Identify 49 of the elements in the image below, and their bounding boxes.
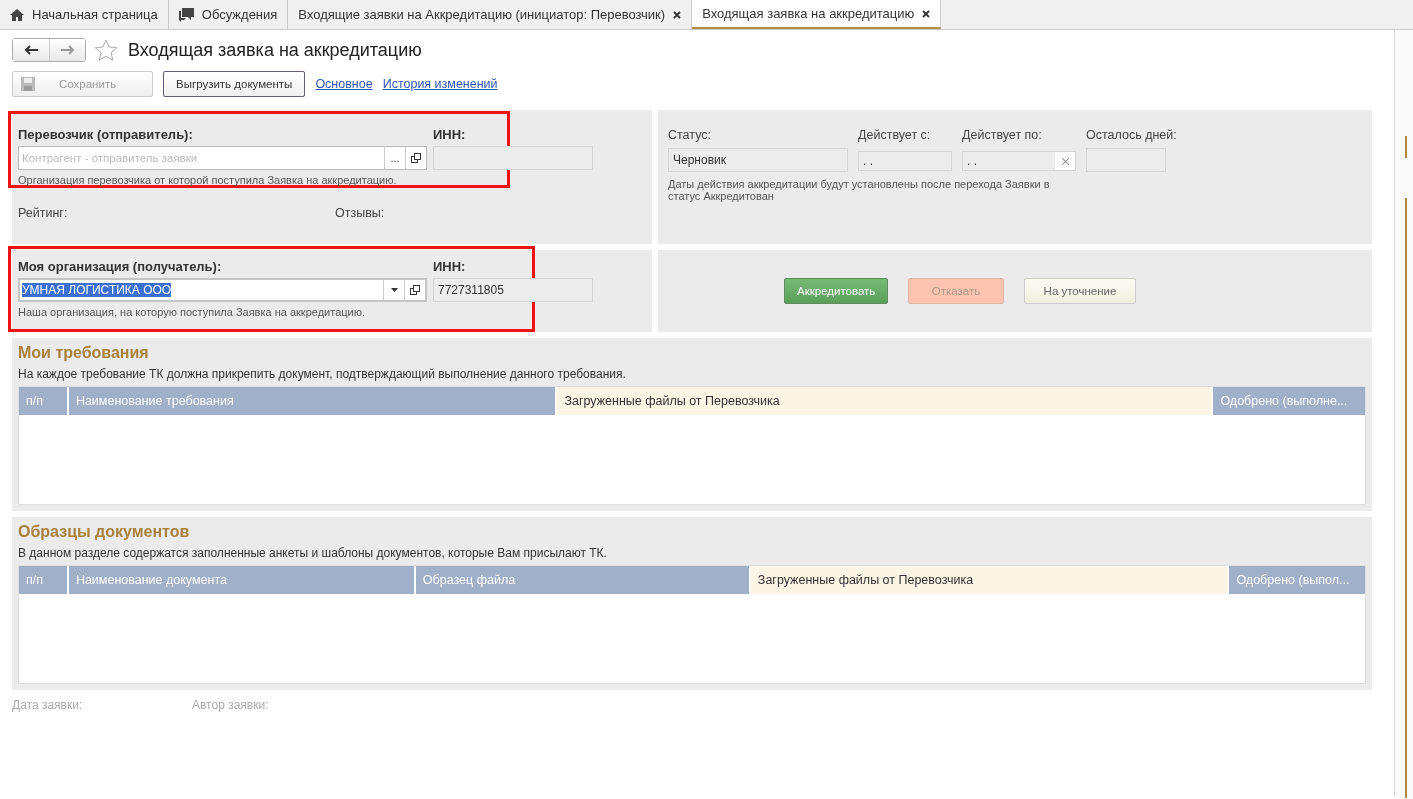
link[interactable]: Основное — [315, 77, 373, 91]
tab[interactable]: Входящая заявка на аккредитацию — [692, 0, 942, 29]
select-button[interactable]: ... — [384, 147, 405, 169]
action-button[interactable]: На уточнение — [1024, 278, 1136, 304]
field-label: Действует с: — [858, 128, 932, 142]
tab[interactable]: Начальная страница — [0, 0, 169, 29]
field-label: ИНН: — [433, 258, 467, 276]
status-note: Даты действия аккредитации будут установлены после перехода Заявки в статус Аккредитован — [668, 178, 1051, 202]
status-field[interactable]: Черновик — [668, 148, 848, 172]
inn-field[interactable] — [433, 146, 593, 170]
footer-label: Автор заявки: — [192, 698, 270, 712]
home-icon — [10, 8, 24, 21]
section-description: В данном разделе содержатся заполненные анкеты и шаблоны документов, которые Вам присылают ТК. — [18, 546, 608, 560]
field-label: Перевозчик (отправитель): — [18, 126, 194, 144]
section-title: Мои требования — [18, 344, 150, 363]
reviews-label: Отзывы: — [335, 206, 386, 220]
carrier-field[interactable]: Контрагент - отправитель заявки ... — [18, 146, 427, 170]
field-label: Действует по: — [962, 128, 1043, 142]
tab[interactable]: Обсуждения — [168, 0, 289, 29]
footer-label: Дата заявки: — [12, 698, 84, 712]
days-field[interactable] — [1086, 148, 1166, 172]
export-button[interactable]: Выгрузить документы — [163, 71, 306, 97]
column-header[interactable]: Загруженные файлы от Перевозчика — [557, 387, 1212, 415]
open-icon[interactable] — [410, 285, 420, 295]
rating-label: Рейтинг: — [18, 206, 69, 220]
field-label: ИНН: — [433, 126, 467, 144]
dropdown-icon[interactable] — [390, 288, 398, 292]
field-label: Осталось дней: — [1086, 128, 1177, 142]
field-label: Моя организация (получатель): — [18, 258, 223, 276]
date-field[interactable]: . . — [858, 151, 952, 171]
field-hint: Организация перевозчика от которой поступила Заявка на аккредитацию. — [18, 174, 398, 186]
star-icon[interactable] — [94, 38, 118, 62]
section-description: На каждое требование ТК должна прикрепить документ, подтверждающий выполнение данного требования. — [18, 367, 627, 381]
field-hint: Наша организация, на которую поступила Заявка на аккредитацию. — [18, 306, 367, 318]
link[interactable]: История изменений — [382, 77, 498, 91]
inn-field[interactable]: 7727311805 — [433, 278, 593, 302]
arrow-right-icon — [60, 45, 75, 55]
organization-field[interactable]: УМНАЯ ЛОГИСТИКА ООО — [18, 278, 427, 302]
close-icon[interactable] — [673, 10, 682, 19]
section-title: Образцы документов — [18, 523, 191, 542]
field-label: Статус: — [668, 128, 712, 142]
chat-icon — [178, 7, 194, 22]
floppy-icon — [21, 77, 35, 91]
arrow-left-icon — [24, 45, 38, 55]
form-title: Входящая заявка на аккредитацию — [128, 39, 422, 61]
open-icon[interactable] — [411, 153, 421, 163]
back-button[interactable] — [13, 39, 49, 61]
close-icon[interactable] — [922, 9, 931, 18]
column-header[interactable]: Загруженные файлы от Перевозчика — [750, 566, 1228, 594]
